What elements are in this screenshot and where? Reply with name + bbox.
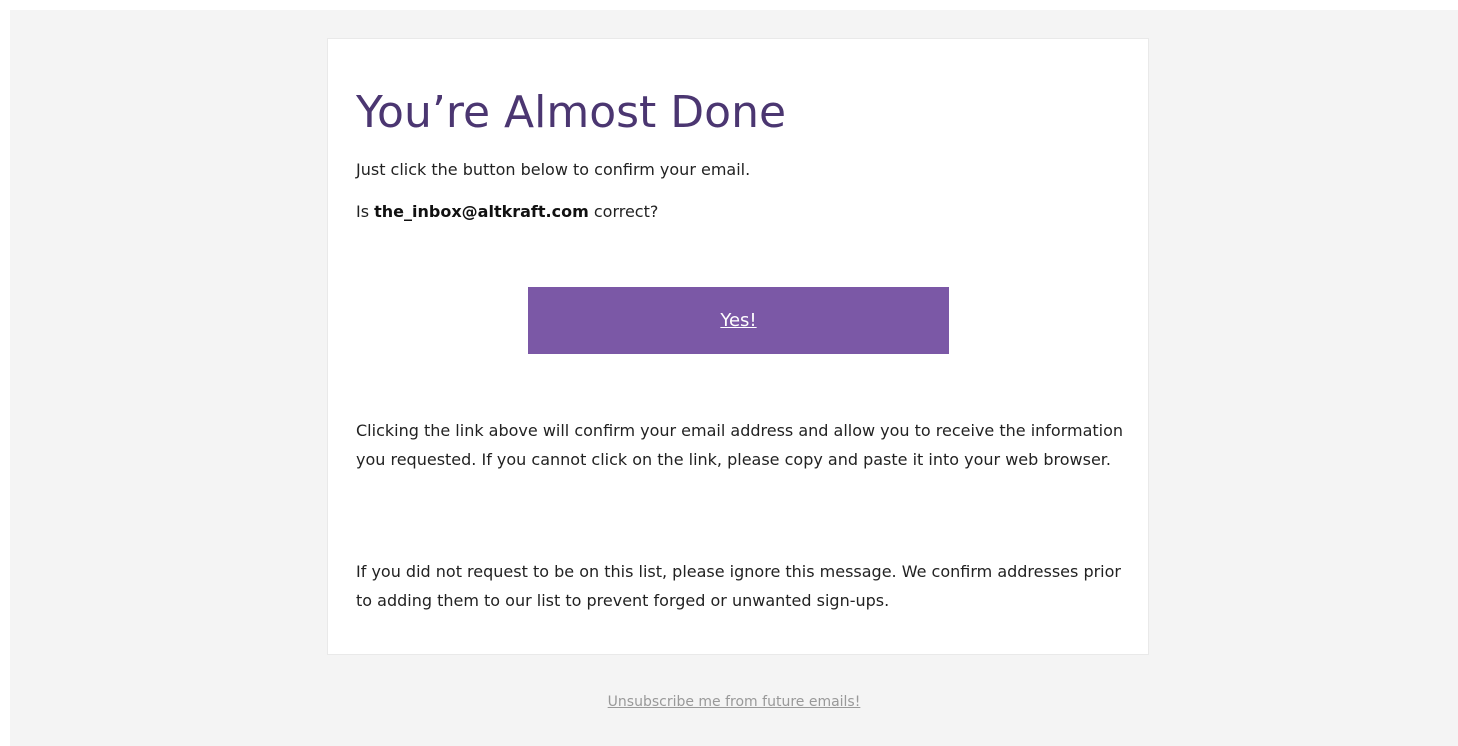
email-page: You’re Almost Done Just click the button… — [10, 10, 1458, 746]
unsubscribe-link[interactable]: Unsubscribe me from future emails! — [608, 694, 861, 710]
email-heading: You’re Almost Done — [356, 87, 787, 138]
confirm-link[interactable]: Yes! — [720, 310, 756, 331]
email-address: the_inbox@altkraft.com — [374, 202, 589, 221]
explanation-text: Clicking the link above will confirm you… — [356, 421, 1124, 469]
disclaimer-text: If you did not request to be on this lis… — [356, 562, 1121, 610]
footer: Unsubscribe me from future emails! — [10, 693, 1458, 711]
question-suffix: correct? — [588, 202, 659, 221]
email-card: You’re Almost Done Just click the button… — [327, 38, 1149, 655]
intro-text: Just click the button below to confirm y… — [356, 160, 751, 179]
confirm-button[interactable]: Yes! — [528, 287, 949, 354]
email-confirm-question: Is the_inbox@altkraft.com correct? — [356, 202, 658, 222]
question-prefix: Is — [356, 202, 375, 221]
